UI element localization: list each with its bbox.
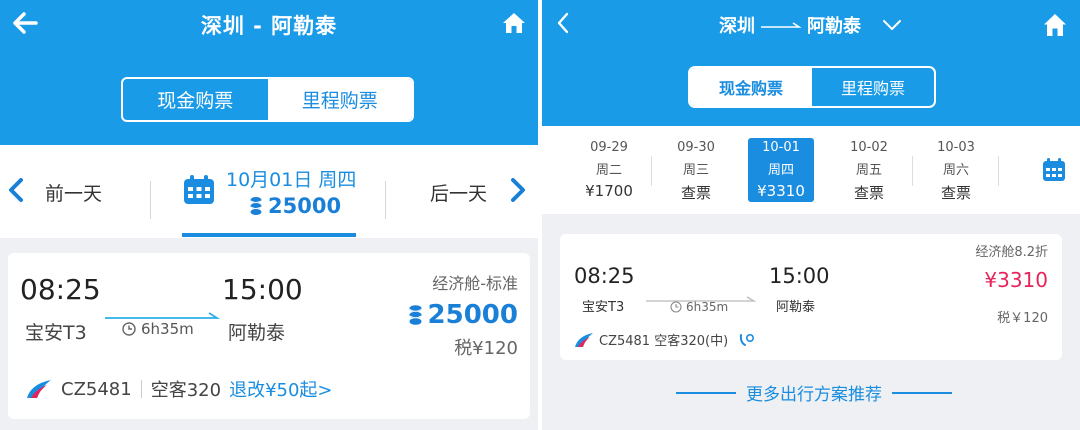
date-option-weekday: 周五	[855, 163, 882, 178]
destination-city: 阿勒泰	[807, 16, 861, 37]
flight-card[interactable]: 08:25 15:00 宝安T3 6h35m 阿勒泰 经济舱-标准 25000 …	[8, 253, 530, 419]
airline-logo-icon	[27, 380, 51, 398]
date-option-selected[interactable]: 10-01 周四 ¥3310	[748, 138, 814, 202]
refund-change-link[interactable]: 退改¥50起>	[229, 376, 332, 402]
chevron-left-icon[interactable]	[8, 178, 24, 206]
screenshot-stage: 深圳 - 阿勒泰 现金购票 里程购票 前一天 10月01日 周四 25000 后…	[0, 0, 1080, 430]
flight-duration: 6h35m	[122, 320, 194, 338]
price-value: 25000	[427, 300, 518, 330]
miles-price: 25000	[409, 300, 518, 330]
calendar-icon[interactable]	[1042, 158, 1066, 186]
departure-time: 08:25	[20, 273, 101, 306]
date-option-weekday: 周六	[942, 163, 969, 178]
date-option-price: 查票	[853, 184, 884, 202]
tax-amount: 税¥120	[454, 338, 518, 359]
date-option[interactable]: 09-30 周三 查票	[663, 138, 729, 202]
chevron-right-icon[interactable]	[510, 178, 526, 206]
selected-date-indicator	[182, 233, 356, 237]
date-option-price: 查票	[940, 184, 971, 202]
divider	[912, 156, 913, 186]
date-option-price: ¥1700	[585, 182, 633, 200]
divider	[651, 156, 652, 186]
aircraft-type: 空客320	[150, 380, 222, 401]
arrival-time: 15:00	[222, 273, 303, 306]
miles-coin-icon	[409, 305, 422, 325]
ticket-price: ¥3310	[984, 268, 1048, 292]
divider	[140, 380, 142, 398]
home-icon[interactable]	[502, 12, 528, 36]
flight-details: CZ5481 空客320 退改¥50起>	[25, 376, 333, 402]
tab-miles-purchase[interactable]: 里程购票	[812, 68, 934, 106]
divider	[676, 391, 736, 394]
flight-info: CZ5481 空客320(中)	[599, 334, 729, 349]
date-option-date: 09-29	[590, 140, 628, 155]
left-header: 深圳 - 阿勒泰 现金购票 里程购票	[0, 0, 538, 145]
tax-amount: 税￥120	[997, 311, 1048, 326]
tab-cash-purchase[interactable]: 现金购票	[690, 68, 812, 106]
flight-duration: 6h35m	[670, 300, 728, 314]
origin-city: 深圳	[719, 16, 755, 37]
tab-miles-purchase[interactable]: 里程购票	[267, 79, 412, 120]
departure-time: 08:25	[574, 264, 635, 288]
left-panel: 深圳 - 阿勒泰 现金购票 里程购票 前一天 10月01日 周四 25000 后…	[0, 0, 538, 430]
date-option-date: 10-01	[762, 140, 800, 155]
flight-card[interactable]: 经济舱8.2折 08:25 15:00 宝安T3 6h35m 阿勒泰 ¥3310…	[560, 234, 1062, 360]
calendar-icon[interactable]	[183, 175, 215, 209]
arrival-time: 15:00	[769, 264, 830, 288]
purchase-type-toggle: 现金购票 里程购票	[688, 66, 936, 108]
next-day-button[interactable]: 后一天	[430, 179, 487, 206]
date-selector: 前一天 10月01日 周四 25000 后一天	[0, 145, 538, 238]
selected-date[interactable]: 10月01日 周四	[226, 165, 356, 192]
date-option-weekday: 周四	[767, 163, 794, 178]
duration-text: 6h35m	[141, 320, 194, 338]
chevron-down-icon	[883, 20, 901, 30]
flight-number: CZ5481	[61, 378, 132, 400]
route-title[interactable]: 深圳 阿勒泰	[542, 12, 1080, 38]
selected-date-miles: 25000	[250, 194, 341, 218]
prev-day-button[interactable]: 前一天	[45, 179, 102, 206]
tab-cash-purchase[interactable]: 现金购票	[123, 79, 268, 120]
date-option-date: 09-30	[677, 140, 715, 155]
date-option-date: 10-02	[850, 140, 888, 155]
divider	[892, 391, 952, 394]
airline-logo-icon	[575, 332, 593, 347]
date-option-price: 查票	[680, 184, 711, 202]
date-option-weekday: 周二	[595, 163, 622, 178]
date-option[interactable]: 09-29 周二 ¥1700	[576, 138, 642, 202]
duration-text: 6h35m	[686, 300, 729, 314]
arrival-airport: 阿勒泰	[228, 322, 286, 344]
flight-details: CZ5481 空客320(中)	[574, 330, 755, 349]
date-option-weekday: 周三	[682, 163, 709, 178]
date-option[interactable]: 10-02 周五 查票	[836, 138, 902, 202]
right-panel: 深圳 阿勒泰 现金购票 里程购票 09-29 周二 ¥1700 09-30 周三…	[542, 0, 1080, 430]
departure-airport: 宝安T3	[25, 322, 87, 344]
departure-airport: 宝安T3	[582, 300, 625, 315]
date-option-price: ¥3310	[757, 182, 805, 200]
date-option[interactable]: 10-03 周六 查票	[923, 138, 989, 202]
purchase-type-toggle: 现金购票 里程购票	[121, 77, 414, 122]
date-strip: 09-29 周二 ¥1700 09-30 周三 查票 10-01 周四 ¥331…	[542, 126, 1080, 214]
date-option-date: 10-03	[937, 140, 975, 155]
divider	[385, 181, 386, 219]
miles-coin-icon	[250, 197, 262, 215]
more-options-link[interactable]: 更多出行方案推荐	[654, 380, 974, 405]
member-badge-icon	[740, 333, 755, 346]
more-options-text: 更多出行方案推荐	[746, 385, 882, 405]
divider	[150, 181, 151, 219]
clock-icon	[122, 322, 136, 336]
divider	[998, 156, 999, 186]
arrival-airport: 阿勒泰	[776, 300, 816, 315]
clock-icon	[670, 301, 682, 313]
cabin-class: 经济舱-标准	[432, 274, 518, 293]
route-arrow-icon	[761, 22, 802, 28]
page-title: 深圳 - 阿勒泰	[200, 14, 338, 38]
cabin-class: 经济舱8.2折	[975, 245, 1048, 260]
miles-value: 25000	[268, 194, 342, 218]
right-header: 深圳 阿勒泰 现金购票 里程购票	[542, 0, 1080, 126]
home-icon[interactable]	[1042, 12, 1068, 42]
